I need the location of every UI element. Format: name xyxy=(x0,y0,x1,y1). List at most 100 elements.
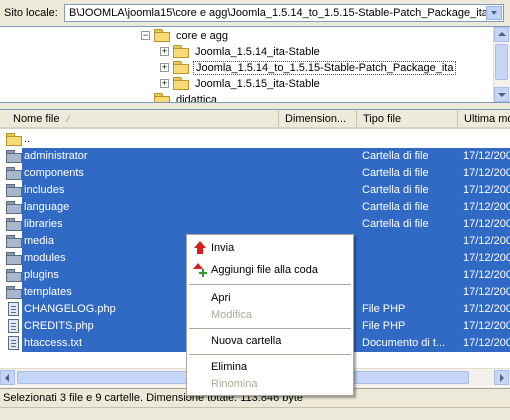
file-type-cell xyxy=(362,284,456,301)
open-folder-icon xyxy=(173,61,189,74)
collapse-icon[interactable]: − xyxy=(141,31,150,40)
menu-item-new-folder[interactable]: Nuova cartella xyxy=(189,331,351,351)
tree-vertical-scrollbar[interactable] xyxy=(493,27,510,102)
column-header-size-label: Dimension... xyxy=(285,113,347,125)
table-row[interactable]: includes Cartella di file 17/12/200 xyxy=(0,182,510,199)
column-header-name[interactable]: Nome file ⁄ xyxy=(0,110,279,127)
file-modified-cell: 17/12/200 xyxy=(463,303,510,315)
menu-item-edit[interactable]: Modifica xyxy=(189,305,351,325)
file-type-cell: File PHP xyxy=(362,303,406,315)
folder-icon xyxy=(6,286,22,299)
folder-icon xyxy=(6,167,22,180)
file-type-cell xyxy=(362,233,456,250)
file-name-cell: libraries xyxy=(22,216,65,233)
expand-icon[interactable]: + xyxy=(160,63,169,72)
file-name-cell: administrator xyxy=(22,148,90,165)
file-name-cell: components xyxy=(22,165,86,182)
menu-separator xyxy=(189,354,351,355)
file-name-cell: CREDITS.php xyxy=(22,318,96,335)
local-site-bar: Sito locale: B\JOOMLA\joomla15\core e ag… xyxy=(0,0,510,26)
file-modified-cell: 17/12/200 xyxy=(463,167,510,179)
file-type-cell: Documento di t... xyxy=(362,337,446,349)
menu-item-rename[interactable]: Rinomina xyxy=(189,374,351,394)
chevron-down-icon[interactable] xyxy=(486,6,502,20)
file-type-cell xyxy=(362,131,456,148)
context-menu: Invia Aggiungi file alla coda Apri Modif… xyxy=(186,234,354,396)
local-site-label: Sito locale: xyxy=(4,7,58,19)
scroll-thumb[interactable] xyxy=(495,44,508,80)
text-file-icon xyxy=(8,336,19,350)
scroll-right-icon[interactable] xyxy=(494,370,509,385)
table-row[interactable]: libraries Cartella di file 17/12/200 xyxy=(0,216,510,233)
expand-icon[interactable]: + xyxy=(160,47,169,56)
file-type-cell: Cartella di file xyxy=(362,150,429,162)
file-name-cell: templates xyxy=(22,284,74,301)
file-list-header: Nome file ⁄ Dimension... Tipo file Ultima… xyxy=(0,110,510,129)
folder-icon xyxy=(6,150,22,163)
file-modified-cell: 17/12/200 xyxy=(463,252,510,264)
file-type-cell xyxy=(362,267,456,284)
tree-item-joomla-1515[interactable]: + Joomla_1.5.15_ita-Stable xyxy=(160,75,322,92)
scroll-up-icon[interactable] xyxy=(494,27,509,42)
php-file-icon xyxy=(8,302,19,316)
upload-arrow-icon xyxy=(193,241,207,255)
column-header-type[interactable]: Tipo file xyxy=(357,110,458,127)
expand-icon[interactable]: + xyxy=(160,79,169,88)
file-modified-cell xyxy=(463,131,510,148)
file-modified-cell: 17/12/200 xyxy=(463,235,510,247)
local-site-path-text: B\JOOMLA\joomla15\core e agg\Joomla_1.5.… xyxy=(69,7,491,19)
column-header-name-label: Nome file xyxy=(13,113,60,125)
table-row[interactable]: .. xyxy=(0,131,510,148)
menu-item-label: Elimina xyxy=(211,361,248,373)
file-modified-cell: 17/12/200 xyxy=(463,269,510,281)
table-row[interactable]: language Cartella di file 17/12/200 xyxy=(0,199,510,216)
directory-tree: − core e agg + Joomla_1.5.14_ita-Stable … xyxy=(0,26,510,103)
column-header-type-label: Tipo file xyxy=(363,113,402,125)
folder-icon xyxy=(6,269,22,282)
tree-item-label: Joomla_1.5.15_ita-Stable xyxy=(195,77,320,90)
file-modified-cell: 17/12/200 xyxy=(463,218,510,230)
column-header-size[interactable]: Dimension... xyxy=(279,110,357,127)
status-bar-lower xyxy=(0,407,510,420)
folder-icon xyxy=(154,29,170,42)
tree-item-didattica[interactable]: didattica xyxy=(154,91,219,103)
file-modified-cell: 17/12/200 xyxy=(463,286,510,298)
file-type-cell: Cartella di file xyxy=(362,218,429,230)
local-site-path-combo[interactable]: B\JOOMLA\joomla15\core e agg\Joomla_1.5.… xyxy=(64,4,504,22)
file-name-cell: htaccess.txt xyxy=(22,335,85,352)
scroll-down-icon[interactable] xyxy=(494,87,509,102)
tree-item-core-e-agg[interactable]: − core e agg xyxy=(141,27,230,44)
menu-item-label: Nuova cartella xyxy=(211,335,282,347)
tree-item-joomla-patch[interactable]: + Joomla_1.5.14_to_1.5.15-Stable-Patch_P… xyxy=(160,59,457,76)
file-name-cell: modules xyxy=(22,250,68,267)
folder-icon xyxy=(6,252,22,265)
menu-separator xyxy=(189,328,351,329)
table-row[interactable]: administrator Cartella di file 17/12/200 xyxy=(0,148,510,165)
scroll-left-icon[interactable] xyxy=(0,370,15,385)
column-header-modified[interactable]: Ultima mo xyxy=(458,110,510,127)
column-header-modified-label: Ultima mo xyxy=(464,113,510,125)
php-file-icon xyxy=(8,319,19,333)
table-row[interactable]: components Cartella di file 17/12/200 xyxy=(0,165,510,182)
tree-item-joomla-1514[interactable]: + Joomla_1.5.14_ita-Stable xyxy=(160,43,322,60)
menu-item-add-to-queue[interactable]: Aggiungi file alla coda xyxy=(189,260,351,280)
menu-item-upload[interactable]: Invia xyxy=(189,238,351,258)
folder-icon xyxy=(154,93,170,102)
file-modified-cell: 17/12/200 xyxy=(463,337,510,349)
menu-item-label: Invia xyxy=(211,242,235,254)
file-type-cell: Cartella di file xyxy=(362,167,429,179)
file-name-cell: includes xyxy=(22,182,67,199)
add-to-queue-icon xyxy=(193,263,207,277)
menu-item-label: Apri xyxy=(211,292,231,304)
folder-icon xyxy=(6,133,22,146)
folder-icon xyxy=(6,184,22,197)
file-modified-cell: 17/12/200 xyxy=(463,150,510,162)
file-type-cell xyxy=(362,250,456,267)
folder-icon xyxy=(6,218,22,231)
menu-item-label: Modifica xyxy=(211,309,252,321)
file-name-cell: CHANGELOG.php xyxy=(22,301,118,318)
tree-item-label: didattica xyxy=(176,93,217,103)
file-type-cell: Cartella di file xyxy=(362,184,429,196)
folder-icon xyxy=(6,235,22,248)
folder-icon xyxy=(173,77,189,90)
